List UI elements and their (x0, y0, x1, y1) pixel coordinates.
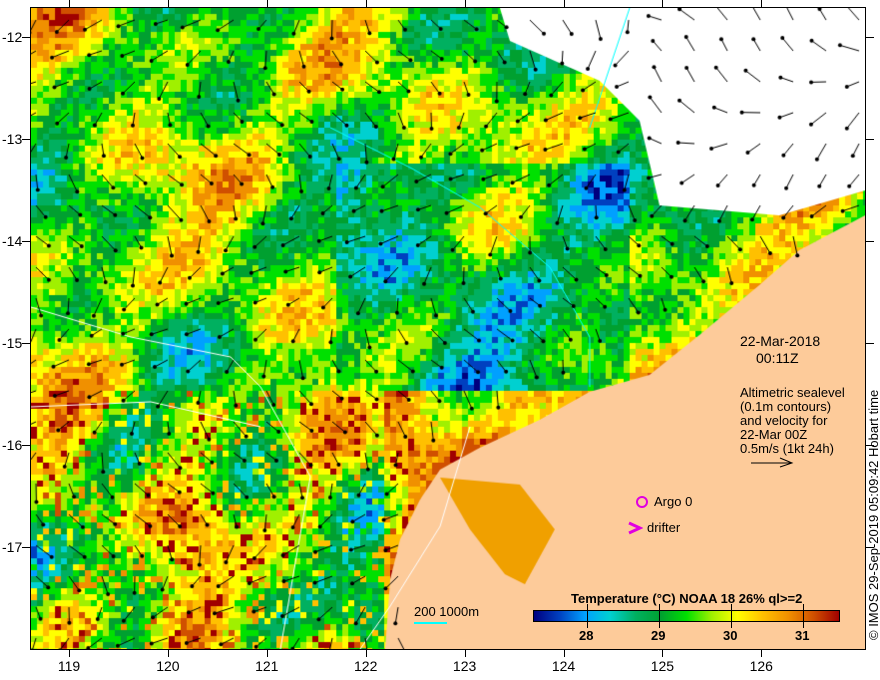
altimetry-note: Altimetric sealevel (0.1m contours) and … (740, 386, 845, 456)
map-time: 00:11Z (756, 350, 799, 366)
y-tick (22, 241, 30, 242)
x-tick-label: 120 (156, 658, 180, 674)
x-tick-label: 123 (452, 658, 477, 674)
sst-map[interactable] (30, 7, 866, 650)
argo-legend-label: Argo 0 (654, 494, 693, 509)
x-tick (464, 650, 466, 657)
sst-map-figure: 119 120 121 122 123 124 125 126 -12 -13 -14 -15 -16 -… (0, 0, 880, 680)
colorbar-tick-label: 30 (723, 628, 738, 643)
x-tick (167, 0, 169, 7)
x-tick (761, 650, 763, 657)
y-tick-label: -13 (2, 131, 23, 147)
x-tick-label: 125 (650, 658, 675, 674)
note-line: and velocity for (740, 413, 828, 428)
colorbar-tick (587, 604, 588, 628)
y-tick-label: -17 (2, 539, 23, 555)
map-date: 22-Mar-2018 (740, 333, 821, 349)
drifter-chevron-icon (628, 521, 643, 535)
velocity-scale-arrow-icon (751, 457, 794, 468)
x-tick-label: 122 (354, 658, 378, 674)
x-tick (563, 0, 565, 7)
y-tick (866, 343, 874, 344)
y-tick (22, 139, 30, 140)
x-tick (365, 0, 367, 7)
y-tick-label: -12 (2, 29, 23, 45)
x-tick-label: 126 (749, 658, 773, 674)
x-tick-label: 119 (57, 658, 81, 674)
x-tick (69, 0, 70, 7)
x-tick (266, 650, 268, 657)
x-tick (662, 0, 664, 7)
x-tick (563, 650, 565, 657)
x-tick (464, 0, 466, 7)
colorbar-title: Temperature (°C) NOAA 18 26% ql>=2 (571, 591, 803, 606)
note-line: 22-Mar 00Z (740, 427, 808, 442)
note-line: 0.5m/s (1kt 24h) (740, 441, 834, 456)
depth-contour-label: 200 1000m (414, 604, 480, 619)
y-tick-label: -14 (2, 233, 23, 249)
x-tick (266, 0, 268, 7)
colorbar-tick-label: 29 (651, 628, 666, 643)
drifter-legend-label: drifter (647, 520, 681, 535)
note-line: Altimetric sealevel (740, 385, 845, 400)
depth-contour-swatch (414, 622, 447, 624)
y-tick (22, 445, 30, 446)
colorbar-tick-label: 31 (795, 628, 810, 643)
x-tick (69, 650, 70, 657)
x-tick-label: 124 (551, 658, 576, 674)
x-tick-label: 121 (255, 658, 279, 674)
credit-text: © IMOS 29-Sep-2019 05:09:42 Hobart time (866, 389, 880, 640)
y-tick (866, 37, 874, 38)
temperature-colorbar (533, 610, 840, 622)
y-tick (22, 37, 30, 38)
colorbar-tick (731, 604, 732, 628)
y-tick (22, 547, 30, 548)
colorbar-tick (659, 604, 660, 628)
y-tick (866, 139, 874, 140)
x-tick (761, 0, 763, 7)
y-tick (22, 343, 30, 344)
colorbar-tick (803, 604, 804, 628)
y-tick (866, 241, 874, 242)
y-tick-label: -15 (2, 335, 23, 351)
argo-circle-icon (636, 496, 648, 508)
note-line: (0.1m contours) (740, 399, 832, 414)
x-tick (365, 650, 367, 657)
y-tick-label: -16 (2, 437, 23, 453)
x-tick (662, 650, 664, 657)
x-tick (167, 650, 169, 657)
colorbar-tick-label: 28 (579, 628, 594, 643)
